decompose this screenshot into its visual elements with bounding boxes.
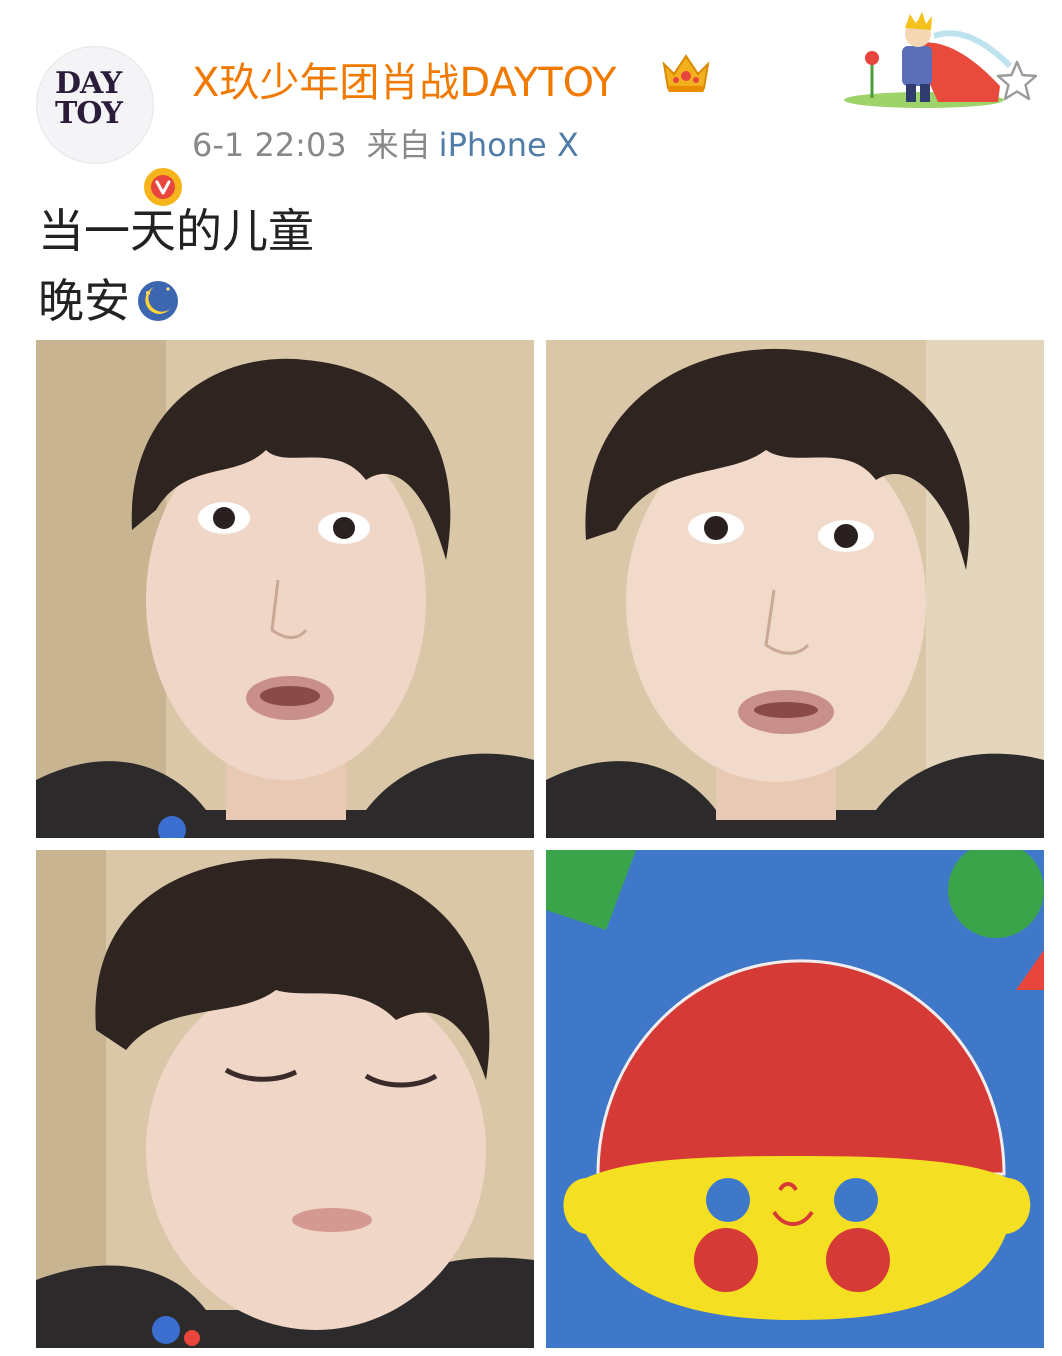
post-text-goodnight: 晚安 bbox=[38, 274, 130, 328]
avatar[interactable]: DAY TOY bbox=[36, 46, 185, 209]
little-prince-decoration bbox=[844, 12, 1012, 108]
post-text-line1: 当一天的儿童 bbox=[38, 204, 314, 258]
post-body: 当一天的儿童 晚安 bbox=[38, 196, 314, 336]
star-outline-icon[interactable] bbox=[994, 58, 1040, 104]
image-grid bbox=[36, 340, 1044, 1348]
moon-emoji-icon bbox=[138, 281, 178, 321]
avatar-logo-line1: DAY bbox=[55, 66, 122, 101]
image-cartoon-face[interactable] bbox=[546, 850, 1044, 1348]
username-link[interactable]: X玖少年团肖战DAYTOY bbox=[192, 50, 616, 108]
post-meta: 6-1 22:03 来自 iPhone X bbox=[192, 120, 579, 166]
avatar-logo: DAY TOY bbox=[55, 69, 135, 129]
device-link[interactable]: iPhone X bbox=[439, 126, 579, 164]
image-selfie-3[interactable] bbox=[36, 850, 534, 1348]
image-selfie-1[interactable] bbox=[36, 340, 534, 838]
post-text-line2: 晚安 bbox=[38, 266, 314, 336]
timestamp: 6-1 22:03 bbox=[192, 126, 347, 164]
source-label: 来自 bbox=[366, 126, 431, 164]
image-selfie-2[interactable] bbox=[546, 340, 1044, 838]
avatar-logo-line2: TOY bbox=[55, 96, 123, 131]
crown-icon bbox=[662, 54, 710, 92]
post-header: DAY TOY X玖少年团肖战DAYTOY 6-1 22:03 来自 iPhone … bbox=[0, 0, 1062, 209]
